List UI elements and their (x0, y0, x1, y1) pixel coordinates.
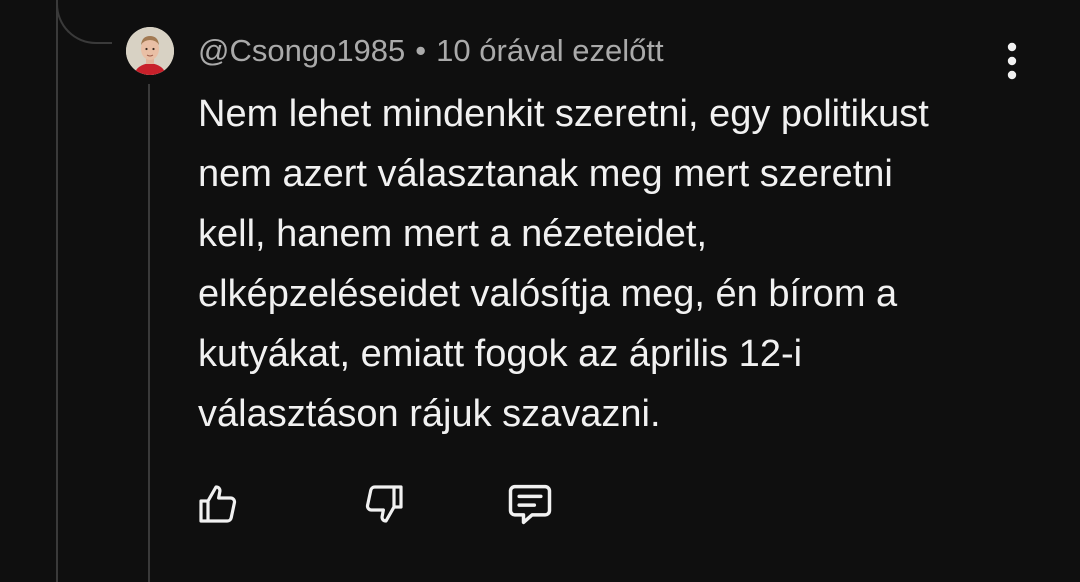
thread-line-inner (148, 84, 150, 582)
avatar-image (126, 27, 174, 75)
comment-text-line: kell, hanem mert a nézeteidet, (198, 213, 708, 255)
comment-text-line: elképzeléseidet valósítja meg, én bírom … (198, 273, 898, 315)
reply-comment-icon (508, 484, 552, 525)
dislike-button[interactable] (358, 478, 410, 530)
more-vert-icon (1007, 42, 1017, 80)
more-options-button[interactable] (992, 36, 1032, 86)
comment-text-line: kutyákat, emiatt fogok az április 12-i (198, 333, 803, 375)
user-avatar[interactable] (126, 27, 174, 75)
comment-text-line: Nem lehet mindenkit szeretni, egy politi… (198, 93, 929, 135)
comment-header: @Csongo1985 • 10 órával ezelőtt (198, 29, 664, 73)
thread-line-outer (56, 0, 58, 582)
thread-connector-curve (56, 0, 112, 44)
reply-button[interactable] (504, 478, 556, 530)
comment-timestamp[interactable]: 10 órával ezelőtt (436, 33, 663, 69)
thumbs-down-icon (365, 485, 403, 523)
like-button[interactable] (192, 478, 244, 530)
comment-text-line: nem azert választanak meg mert szeretni (198, 153, 893, 195)
comment-text: Nem lehet mindenkit szeretni, egy politi… (198, 84, 1028, 444)
author-handle[interactable]: @Csongo1985 (198, 33, 405, 69)
header-separator: • (415, 33, 427, 68)
thumbs-up-icon (199, 485, 237, 523)
comment-text-line: választáson rájuk szavazni. (198, 393, 661, 435)
